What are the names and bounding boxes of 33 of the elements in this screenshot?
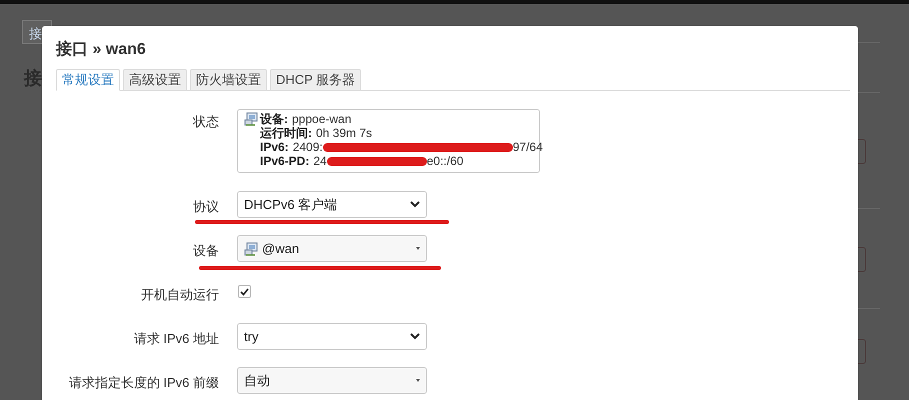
- dropdown[interactable]: DHCPv6 客户端: [237, 191, 427, 218]
- status-key: 设备:: [260, 112, 288, 126]
- status-key: 运行时间:: [260, 126, 312, 140]
- status-key: IPv6:: [260, 140, 289, 154]
- field-label: 请求 IPv6 地址: [132, 330, 219, 348]
- dropdown[interactable]: try: [237, 323, 427, 350]
- field-label: 开机自动运行: [140, 286, 219, 304]
- status-value: pppoe-wan: [292, 112, 352, 126]
- caret-icon: [416, 247, 420, 250]
- dialog-title: 接口 » wan6: [56, 39, 147, 60]
- status-value: 97/64: [512, 140, 543, 154]
- field-label: 设备: [192, 242, 219, 260]
- checkmark-icon: [240, 288, 249, 296]
- tab[interactable]: 常规设置: [56, 69, 120, 91]
- status-value: 2409:: [292, 140, 323, 154]
- field-label: 协议: [192, 198, 219, 216]
- tab[interactable]: 防火墙设置: [190, 69, 267, 91]
- tab[interactable]: DHCP 服务器: [270, 69, 362, 91]
- tab[interactable]: 高级设置: [123, 69, 187, 91]
- dropdown[interactable]: 自动: [237, 367, 427, 394]
- status-value: e0::/60: [426, 154, 464, 168]
- status-value: 24: [313, 154, 327, 168]
- status-value: 0h 39m 7s: [316, 126, 372, 140]
- network-icon: [244, 242, 258, 256]
- chevron-down-icon: [410, 201, 420, 208]
- field-label: 状态: [192, 113, 219, 131]
- network-icon: [244, 112, 258, 126]
- field-label: 请求指定长度的 IPv6 前缀: [68, 374, 219, 392]
- status-key: IPv6-PD:: [260, 154, 310, 168]
- checkbox[interactable]: [238, 285, 251, 298]
- dropdown[interactable]: @wan: [237, 235, 427, 262]
- caret-icon: [416, 379, 420, 382]
- chevron-down-icon: [410, 333, 420, 340]
